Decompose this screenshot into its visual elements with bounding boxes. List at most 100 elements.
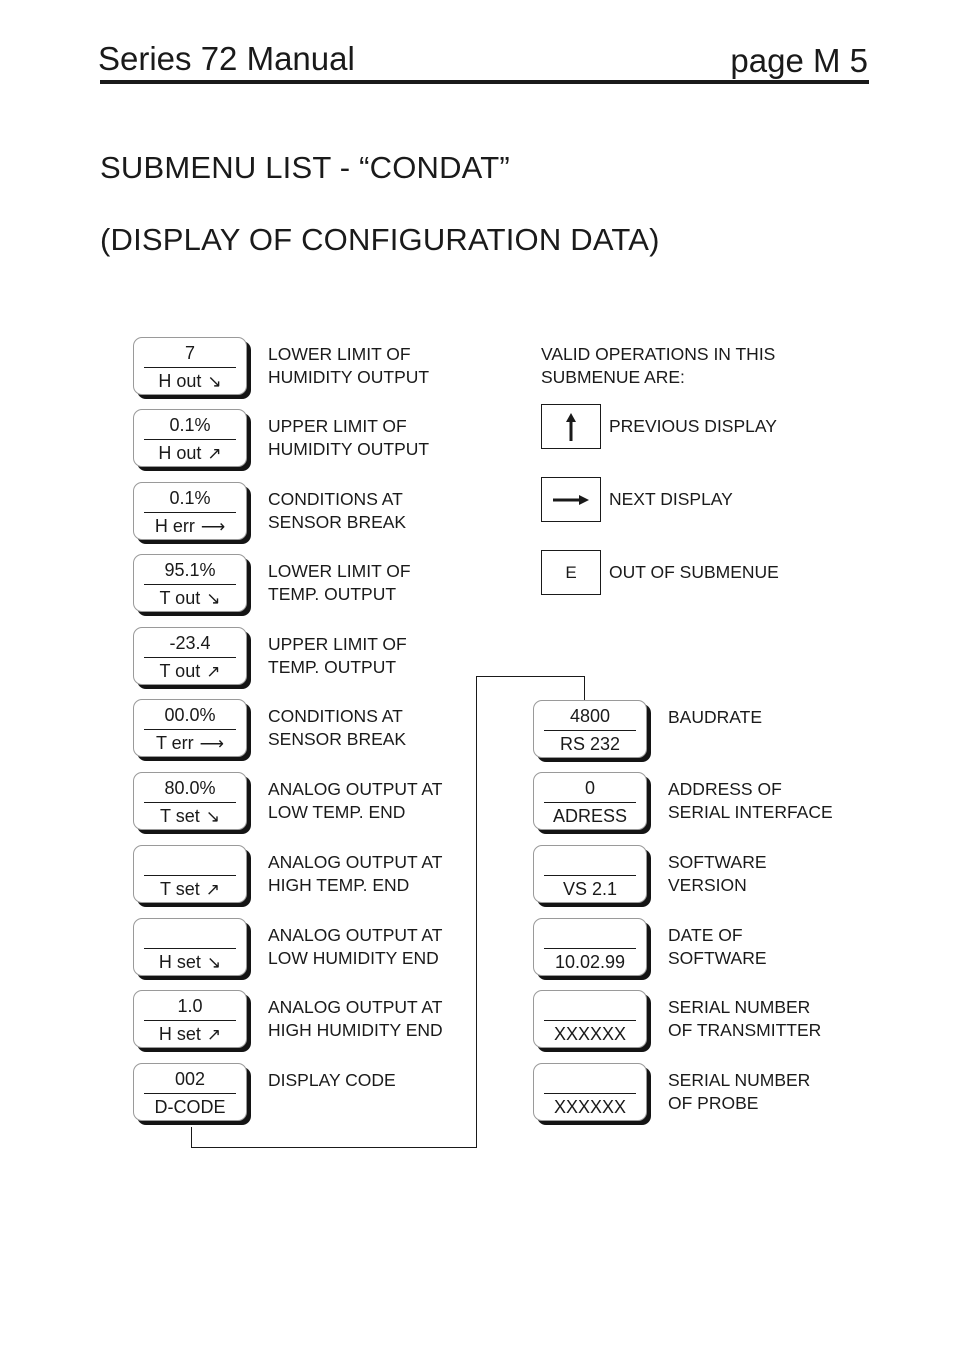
display-value: 00.0% <box>164 705 216 725</box>
display-description: UPPER LIMIT OF TEMP. OUTPUT <box>268 634 407 677</box>
connector-segment <box>476 676 585 677</box>
display-value: 4800 <box>569 706 611 726</box>
display-description: ANALOG OUTPUT AT HIGH TEMP. END <box>268 852 443 895</box>
previous-display-key[interactable] <box>541 404 601 449</box>
display-divider <box>144 802 236 803</box>
display-divider <box>144 367 236 368</box>
display-value <box>534 996 646 1016</box>
display-label-row: ADRESS <box>534 806 646 826</box>
arrow-right-icon: ⟶ <box>200 517 226 536</box>
display-label-row: XXXXXX <box>534 1097 646 1117</box>
arrow-down-right-icon: ↘ <box>206 589 221 608</box>
display-description: CONDITIONS AT SENSOR BREAK <box>268 489 407 532</box>
page-number: page M 5 <box>730 42 868 79</box>
display-divider <box>144 439 236 440</box>
display-box: 00.0% T err ⟶ <box>133 699 247 757</box>
display-description: CONDITIONS AT SENSOR BREAK <box>268 706 407 749</box>
display-box: -23.4 T out ↗ <box>133 627 247 685</box>
display-description: DATE OF SOFTWARE <box>668 925 767 968</box>
arrow-up-right-icon: ↗ <box>206 1025 222 1044</box>
display-label-row: D-CODE <box>134 1097 246 1117</box>
display-divider <box>544 802 636 803</box>
display-box: T set ↗ <box>133 845 247 903</box>
display-divider <box>144 875 236 876</box>
display-box: 4800 RS 232 <box>533 700 647 758</box>
connector-segment <box>476 676 477 1148</box>
display-label: T set <box>160 879 200 899</box>
display-box: H set ↘ <box>133 918 247 976</box>
display-label-row: T err ⟶ <box>134 733 246 754</box>
display-label-row: T out ↗ <box>134 661 246 682</box>
display-divider <box>144 729 236 730</box>
display-label-row: 10.02.99 <box>534 952 646 972</box>
arrow-right-icon: ⟶ <box>199 734 225 753</box>
display-divider <box>544 1093 636 1094</box>
header-divider <box>100 80 869 84</box>
display-divider <box>144 1020 236 1021</box>
display-value: 80.0% <box>164 778 216 798</box>
display-description: BAUDRATE <box>668 707 762 727</box>
display-label: ADRESS <box>552 806 628 826</box>
display-box: 1.0 H set ↗ <box>133 990 247 1048</box>
display-label: 10.02.99 <box>554 952 626 972</box>
display-description: DISPLAY CODE <box>268 1070 396 1090</box>
display-divider <box>144 657 236 658</box>
display-box: 002 D-CODE <box>133 1063 247 1121</box>
e-key-text: E <box>565 562 577 582</box>
connector-segment <box>191 1127 192 1148</box>
display-description: ANALOG OUTPUT AT LOW TEMP. END <box>268 779 443 822</box>
display-value: 0.1% <box>169 415 211 435</box>
display-divider <box>144 948 236 949</box>
display-description: UPPER LIMIT OF HUMIDITY OUTPUT <box>268 416 430 459</box>
display-label-row: H out ↗ <box>134 443 246 464</box>
display-label: VS 2.1 <box>562 879 618 899</box>
display-description: ANALOG OUTPUT AT LOW HUMIDITY END <box>268 925 443 968</box>
display-value: 002 <box>174 1069 206 1089</box>
connector-segment <box>191 1147 477 1148</box>
display-label: D-CODE <box>154 1097 226 1117</box>
display-divider <box>544 730 636 731</box>
previous-display-label: PREVIOUS DISPLAY <box>609 416 777 436</box>
exit-submenu-key[interactable]: E <box>541 550 601 595</box>
display-divider <box>544 948 636 949</box>
display-label-row: H set ↗ <box>134 1024 246 1045</box>
display-box: 7 H out ↘ <box>133 337 247 395</box>
manual-title: Series 72 Manual <box>98 40 355 77</box>
arrow-down-right-icon: ↘ <box>207 372 222 391</box>
display-value: 1.0 <box>177 996 203 1016</box>
display-value <box>134 924 246 944</box>
arrow-up-icon <box>566 412 576 441</box>
display-box: 0 ADRESS <box>533 772 647 830</box>
display-label: XXXXXX <box>553 1024 627 1044</box>
display-label: T err <box>155 733 194 753</box>
display-value <box>134 851 246 871</box>
arrow-down-right-icon: ↘ <box>206 953 222 972</box>
display-box: 0.1% H out ↗ <box>133 409 247 467</box>
display-value: 7 <box>184 343 195 363</box>
display-value: -23.4 <box>169 633 211 653</box>
next-display-key[interactable] <box>541 477 601 522</box>
display-label-row: XXXXXX <box>534 1024 646 1044</box>
arrow-right-icon <box>553 494 589 505</box>
display-label: RS 232 <box>559 734 621 754</box>
display-label-row: H out ↘ <box>134 371 246 392</box>
arrow-up-right-icon: ↗ <box>207 444 222 463</box>
display-description: LOWER LIMIT OF HUMIDITY OUTPUT <box>268 344 430 387</box>
display-divider <box>144 1093 236 1094</box>
display-value: 0 <box>584 778 595 798</box>
display-label-row: H set ↘ <box>134 952 246 973</box>
display-description: ADDRESS OF SERIAL INTERFACE <box>668 779 833 822</box>
display-box: 10.02.99 <box>533 918 647 976</box>
display-value: 95.1% <box>164 560 216 580</box>
connector-segment <box>584 676 585 700</box>
display-value: 0.1% <box>169 488 211 508</box>
display-description: SERIAL NUMBER OF PROBE <box>668 1070 811 1113</box>
display-label-row: T out ↘ <box>134 588 246 609</box>
arrow-up-right-icon: ↗ <box>206 662 221 681</box>
display-value <box>534 851 646 871</box>
display-label: T out <box>159 588 201 608</box>
display-divider <box>144 512 236 513</box>
submenu-subheading: (DISPLAY OF CONFIGURATION DATA) <box>100 222 660 257</box>
display-label: H out <box>158 371 202 391</box>
arrow-up-right-icon: ↗ <box>205 880 220 899</box>
